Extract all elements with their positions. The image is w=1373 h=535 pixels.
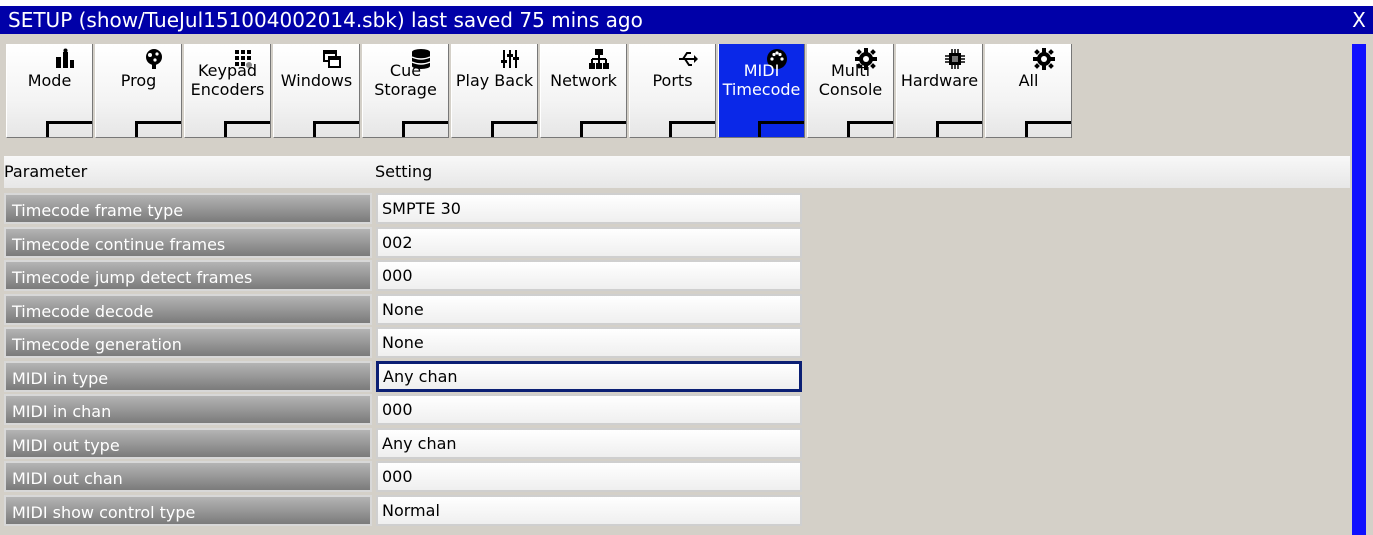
- tab-ports[interactable]: Ports: [629, 44, 716, 138]
- tab-all[interactable]: All: [985, 44, 1072, 138]
- tab-network[interactable]: Network: [540, 44, 627, 138]
- setting-value-field[interactable]: None: [376, 327, 802, 358]
- tab-notch: [46, 121, 92, 137]
- tab-mode[interactable]: Mode: [6, 44, 93, 138]
- tab-notch: [313, 121, 359, 137]
- setting-value-field[interactable]: 000: [376, 461, 802, 492]
- parameter-name: MIDI out chan: [4, 461, 372, 492]
- parameter-name: Timecode continue frames: [4, 226, 372, 258]
- tab-notch: [135, 121, 181, 137]
- tab-label: Ports: [652, 70, 693, 90]
- tab-notch: [1025, 121, 1071, 137]
- window-titlebar: SETUP (show/TueJul151004002014.sbk) last…: [0, 0, 1373, 34]
- tab-notch: [847, 121, 893, 137]
- table-row: MIDI in chan 000: [4, 394, 802, 425]
- tab-label: Keypad Encoders: [190, 61, 265, 99]
- parameter-name: MIDI in chan: [4, 394, 372, 425]
- table-row: MIDI out type Any chan: [4, 427, 802, 459]
- table-row: MIDI show control type Normal: [4, 494, 802, 526]
- tab-play-back[interactable]: Play Back: [451, 44, 538, 138]
- table-row: Timecode jump detect frames 000: [4, 260, 802, 291]
- tab-notch: [758, 121, 804, 137]
- setup-tab-bar: Mode Prog Keypad Encoders Windows Cue Storag…: [0, 44, 1373, 140]
- parameter-name: MIDI in type: [4, 360, 372, 392]
- close-button[interactable]: X: [1349, 6, 1369, 34]
- tab-multi-console[interactable]: Multi Console: [807, 44, 894, 138]
- parameter-name: Timecode frame type: [4, 193, 372, 224]
- tab-prog[interactable]: Prog: [95, 44, 182, 138]
- tab-notch: [491, 121, 537, 137]
- tab-label: Multi Console: [818, 61, 883, 99]
- window-title: SETUP (show/TueJul151004002014.sbk) last…: [8, 8, 643, 32]
- tab-label: Network: [550, 70, 617, 90]
- tab-cue-storage[interactable]: Cue Storage: [362, 44, 449, 138]
- tab-label: MIDI Timecode: [722, 61, 801, 99]
- tab-windows[interactable]: Windows: [273, 44, 360, 138]
- tab-label: Hardware: [900, 70, 979, 90]
- tab-notch: [580, 121, 626, 137]
- setting-value-field[interactable]: 000: [376, 394, 802, 425]
- parameter-name: MIDI out type: [4, 427, 372, 459]
- table-row: Timecode continue frames 002: [4, 226, 802, 258]
- header-setting: Setting: [375, 162, 433, 181]
- tab-notch: [224, 121, 270, 137]
- setting-value-field[interactable]: 002: [376, 226, 802, 258]
- tab-label: Prog: [120, 70, 157, 90]
- tab-hardware[interactable]: Hardware: [896, 44, 983, 138]
- tab-notch: [936, 121, 982, 137]
- parameter-name: Timecode decode: [4, 293, 372, 325]
- tab-label: Cue Storage: [374, 61, 437, 99]
- setting-value-field[interactable]: Normal: [376, 494, 802, 526]
- tab-label: All: [1018, 70, 1039, 90]
- setting-value-field[interactable]: SMPTE 30: [376, 193, 802, 224]
- tab-keypad-encoders[interactable]: Keypad Encoders: [184, 44, 271, 138]
- table-row: MIDI in type Any chan: [4, 360, 802, 392]
- setting-value-field[interactable]: Any chan: [376, 427, 802, 459]
- parameter-name: Timecode generation: [4, 327, 372, 358]
- table-row: Timecode frame type SMPTE 30: [4, 193, 802, 224]
- setting-value-field[interactable]: None: [376, 293, 802, 325]
- table-row: MIDI out chan 000: [4, 461, 802, 492]
- tab-notch: [402, 121, 448, 137]
- tab-midi-timecode[interactable]: MIDI Timecode: [718, 44, 805, 138]
- table-header: Parameter Setting: [4, 156, 1350, 188]
- setting-value-field[interactable]: Any chan: [376, 360, 802, 392]
- tab-label: Play Back: [455, 70, 534, 90]
- tab-label: Mode: [27, 70, 72, 90]
- parameter-name: Timecode jump detect frames: [4, 260, 372, 291]
- setting-value-field[interactable]: 000: [376, 260, 802, 291]
- tab-label: Windows: [280, 70, 353, 90]
- table-row: Timecode generation None: [4, 327, 802, 358]
- tab-notch: [669, 121, 715, 137]
- parameter-name: MIDI show control type: [4, 494, 372, 526]
- header-parameter: Parameter: [4, 162, 88, 181]
- table-row: Timecode decode None: [4, 293, 802, 325]
- scrollbar[interactable]: [1352, 44, 1366, 535]
